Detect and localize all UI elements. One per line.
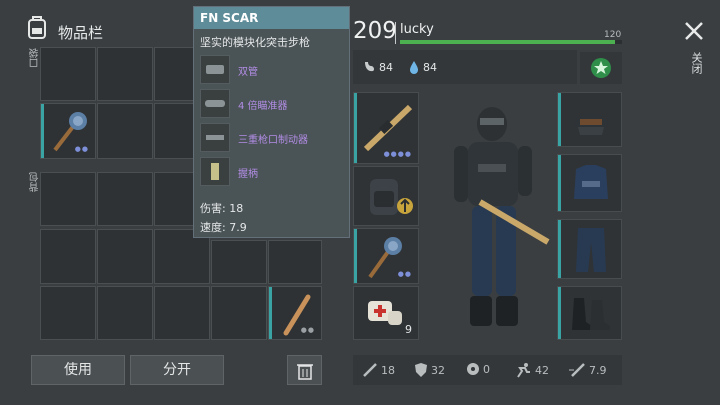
- melee-slot[interactable]: ●●: [353, 228, 419, 284]
- water-stat: 84: [408, 60, 437, 74]
- food-stat: 84: [362, 60, 393, 74]
- backpack-slot[interactable]: [154, 172, 194, 226]
- xp-bar: [400, 40, 622, 44]
- mod-name: 双管: [238, 67, 258, 78]
- speed-total: 42: [514, 362, 549, 378]
- running-icon: [517, 363, 530, 378]
- backpack-slot[interactable]: [97, 229, 153, 284]
- body-armor-slot[interactable]: [557, 154, 622, 212]
- mod-row: 4 倍瞄准器: [200, 89, 345, 118]
- double-barrel-icon: [200, 55, 230, 84]
- pocket-slot[interactable]: [154, 103, 194, 159]
- pocket-slot[interactable]: [97, 103, 153, 159]
- tactical-helmet-icon: [574, 113, 608, 135]
- damage-stat: 伤害: 18: [200, 202, 244, 215]
- weapon-slot[interactable]: ●●●●: [353, 92, 419, 164]
- durability-dots: ●●●●: [383, 150, 412, 158]
- mod-row: 双管: [200, 55, 345, 84]
- pants-icon: [576, 228, 606, 272]
- fast-sword-icon: [569, 363, 585, 377]
- pocket-slot[interactable]: [97, 47, 153, 101]
- pocket-slot[interactable]: [154, 47, 194, 101]
- favorite-button[interactable]: [580, 52, 622, 84]
- radiation-icon: [467, 363, 479, 375]
- scope-icon: [200, 89, 230, 118]
- assault-rifle-icon: [363, 104, 413, 152]
- bandage-icon: [368, 301, 402, 325]
- pocket-slot[interactable]: ●●: [40, 103, 96, 159]
- shield-icon: [415, 363, 427, 377]
- trash-icon: [296, 364, 313, 380]
- grip-icon: [200, 157, 230, 186]
- backpack-slot[interactable]: [97, 286, 153, 340]
- close-button[interactable]: 关闭: [680, 20, 708, 86]
- mod-row: 三重枪口制动器: [200, 123, 345, 152]
- backpack-slot[interactable]: ●●: [268, 286, 322, 340]
- mod-name: 4 倍瞄准器: [238, 101, 288, 112]
- tooltip-title: FN SCAR: [194, 7, 349, 29]
- muzzle-brake-icon: [200, 123, 230, 152]
- sword-icon: [363, 363, 377, 377]
- helmet-slot[interactable]: [557, 92, 622, 147]
- damage-total: 18: [362, 362, 395, 378]
- mod-row: 握柄: [200, 157, 345, 186]
- backpack-slot[interactable]: [97, 172, 153, 226]
- backpack-icon: [26, 15, 48, 39]
- item-count: 9: [405, 323, 412, 336]
- backpack-equip-slot[interactable]: [353, 166, 419, 226]
- level-divider: [395, 22, 396, 44]
- trash-button[interactable]: [287, 355, 322, 385]
- consumable-slot[interactable]: 9: [353, 286, 419, 340]
- durability-dots: ●●: [300, 326, 315, 334]
- body-armor-icon: [574, 165, 608, 199]
- durability-dots: ●●: [397, 270, 412, 278]
- pocket-slot[interactable]: [40, 47, 96, 101]
- backpack-slot[interactable]: [40, 286, 96, 340]
- attack-speed-total: 7.9: [568, 362, 607, 378]
- stomach-icon: [365, 62, 375, 72]
- use-button[interactable]: 使用: [31, 355, 125, 385]
- backpack-slot[interactable]: [211, 240, 267, 284]
- backpack-slot[interactable]: [40, 172, 96, 226]
- mod-name: 三重枪口制动器: [238, 135, 308, 146]
- page-title: 物品栏: [58, 24, 104, 42]
- boots-icon: [572, 298, 610, 330]
- radiation-total: 0: [466, 362, 490, 376]
- star-badge-icon: [591, 58, 611, 78]
- xp-max: 120: [604, 30, 622, 40]
- character-model: [454, 107, 550, 326]
- mod-name: 握柄: [238, 169, 258, 180]
- water-drop-icon: [410, 61, 418, 74]
- boots-slot[interactable]: [557, 286, 622, 340]
- player-name: lucky: [400, 22, 434, 37]
- backpack-slot[interactable]: [268, 240, 322, 284]
- split-button[interactable]: 分开: [130, 355, 224, 385]
- backpack-slot[interactable]: [40, 229, 96, 284]
- pants-slot[interactable]: [557, 219, 622, 279]
- close-icon: [685, 22, 703, 40]
- tooltip-description: 坚实的模块化突击步枪: [200, 36, 310, 49]
- backpack-slot[interactable]: [154, 286, 210, 340]
- backpack-slot[interactable]: [211, 286, 267, 340]
- player-level: 209: [353, 18, 397, 44]
- durability-dots: ●●: [74, 145, 89, 153]
- upgrade-badge-icon: [397, 198, 413, 214]
- speed-stat: 速度: 7.9: [200, 221, 247, 234]
- item-tooltip: FN SCAR 坚实的模块化突击步枪 双管 4 倍瞄准器 三重枪口制动器 握柄 …: [193, 6, 350, 238]
- armor-total: 32: [414, 362, 445, 378]
- close-label: 关闭: [690, 52, 703, 74]
